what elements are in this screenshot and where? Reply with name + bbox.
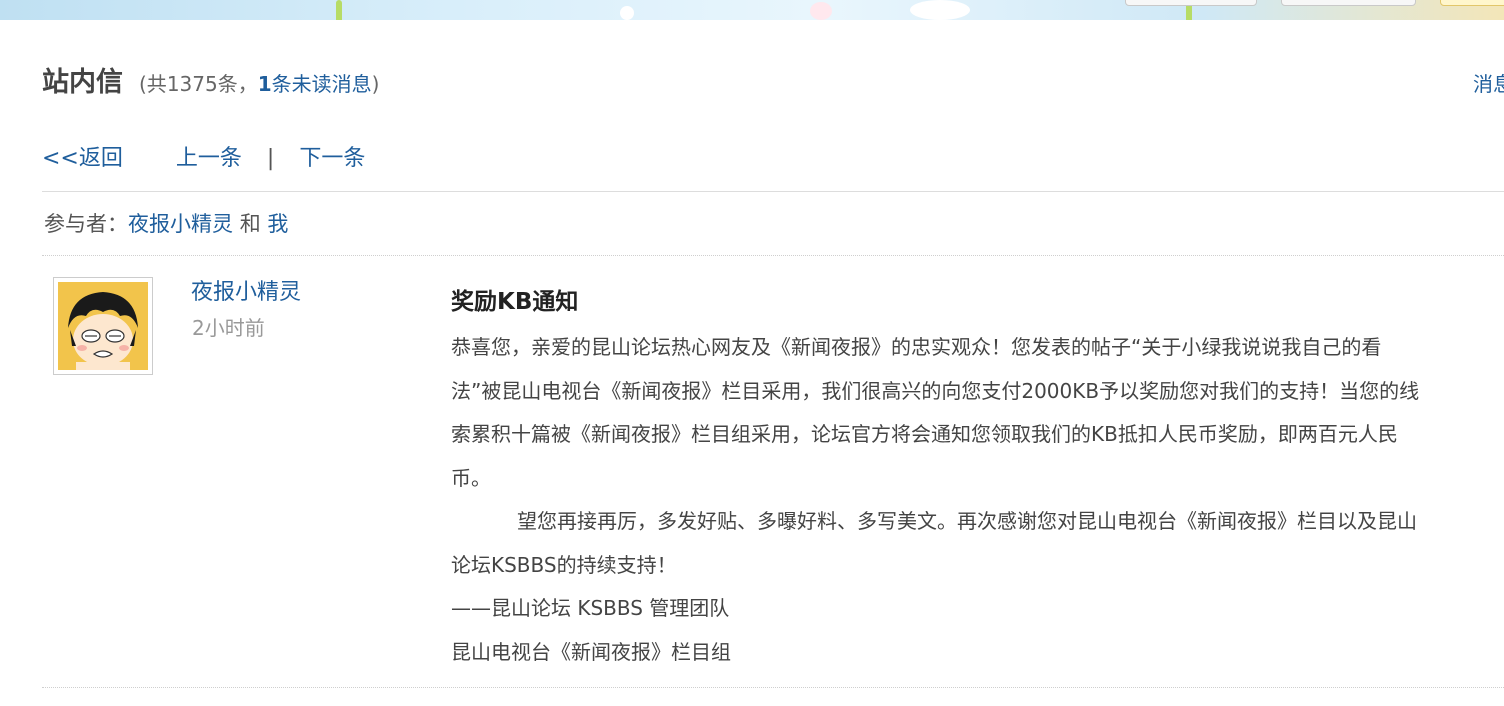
divider bbox=[42, 687, 1504, 688]
banner-flower bbox=[810, 2, 832, 20]
message-signature: ——昆山论坛 KSBBS 管理团队 bbox=[451, 596, 730, 620]
banner-stem bbox=[336, 0, 342, 20]
message-time: 2小时前 bbox=[192, 316, 265, 340]
total-count: 1375 bbox=[166, 72, 218, 96]
next-link[interactable]: 下一条 bbox=[299, 146, 365, 171]
message-body: 恭喜您，亲爱的昆山论坛热心网友及《新闻夜报》的忠实观众！您发表的帖子“关于小绿我… bbox=[451, 326, 1431, 674]
title-row: 站内信 (共1375条，1条未读消息) bbox=[42, 60, 379, 99]
banner-cloud bbox=[910, 0, 970, 20]
top-banner bbox=[0, 0, 1504, 20]
message-paragraph: 恭喜您，亲爱的昆山论坛热心网友及《新闻夜报》的忠实观众！您发表的帖子“关于小绿我… bbox=[451, 335, 1420, 490]
divider bbox=[42, 255, 1504, 256]
sender-name[interactable]: 夜报小精灵 bbox=[191, 274, 301, 306]
prev-link[interactable]: 上一条 bbox=[176, 146, 242, 171]
banner-tab[interactable] bbox=[1281, 0, 1416, 6]
avatar-icon bbox=[58, 282, 148, 370]
unread-count: 1 bbox=[257, 72, 272, 96]
back-link[interactable]: <<返回 bbox=[42, 146, 123, 171]
message-nav: <<返回 上一条 | 下一条 bbox=[42, 140, 365, 172]
message-count: (共1375条，1条未读消息) bbox=[139, 72, 380, 96]
avatar[interactable] bbox=[53, 277, 153, 375]
participant-link[interactable]: 夜报小精灵 bbox=[128, 212, 233, 236]
participants-and: 和 bbox=[239, 212, 261, 236]
participant-link[interactable]: 我 bbox=[267, 212, 288, 236]
message-signature: 昆山电视台《新闻夜报》栏目组 bbox=[451, 639, 731, 664]
message-title: 奖励KB通知 bbox=[451, 289, 579, 315]
message-link[interactable]: 消息 bbox=[1473, 68, 1504, 97]
message-panel: 站内信 (共1375条，1条未读消息) 消息 <<返回 上一条 | 下一条 参与者… bbox=[10, 20, 1504, 706]
unread-link[interactable]: 1条未读消息 bbox=[258, 72, 372, 96]
nav-separator: | bbox=[266, 146, 275, 171]
message-paragraph: 望您再接再厉，多发好贴、多曝好料、多写美文。再次感谢您对昆山电视台《新闻夜报》栏… bbox=[451, 509, 1417, 577]
divider bbox=[42, 191, 1504, 192]
banner-tab[interactable] bbox=[1440, 0, 1504, 6]
page-title: 站内信 bbox=[42, 67, 123, 98]
participants-label: 参与者： bbox=[44, 212, 128, 236]
banner-flower bbox=[620, 6, 634, 20]
participants: 参与者：夜报小精灵 和 我 bbox=[44, 208, 288, 238]
banner-tab[interactable] bbox=[1125, 0, 1257, 6]
